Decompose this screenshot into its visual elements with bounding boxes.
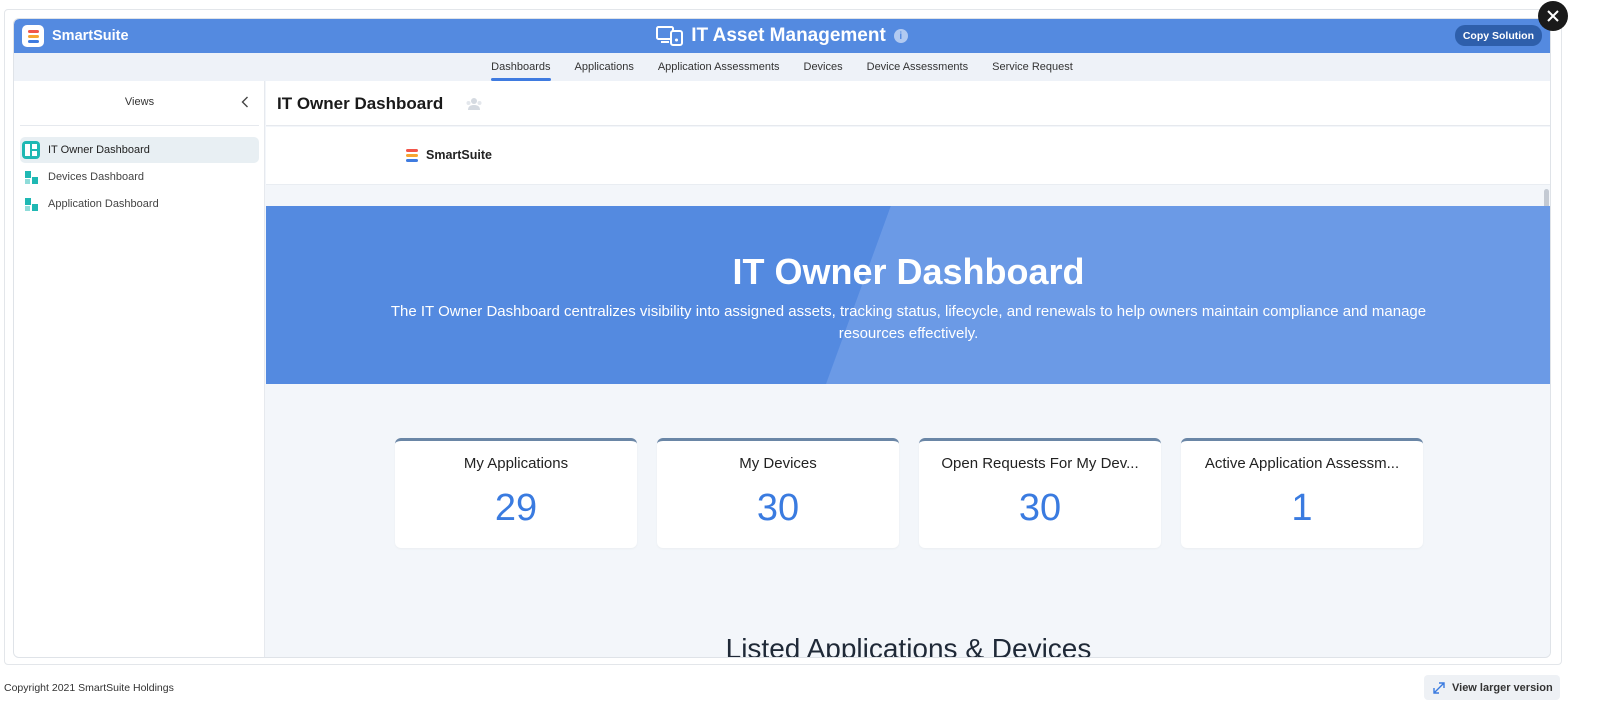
metric-label: Active Application Assessm... [1204, 455, 1400, 472]
people-icon[interactable] [466, 97, 482, 111]
solution-title: IT Asset Management [691, 25, 886, 46]
section-title: Listed Applications & Devices [725, 633, 1092, 658]
metric-value: 1 [1291, 487, 1313, 529]
hero-title: IT Owner Dashboard [732, 251, 1085, 292]
sidebar-item-it-owner-dashboard[interactable]: IT Owner Dashboard [20, 137, 259, 163]
tab-devices[interactable]: Devices [792, 53, 855, 81]
dashboard-main: IT Owner Dashboard SmartSuite IT Owner D… [266, 81, 1550, 658]
metric-label: Open Requests For My Dev... [941, 455, 1139, 472]
tab-service-request[interactable]: Service Request [980, 53, 1085, 81]
metric-label: My Devices [739, 455, 817, 472]
solution-title-wrap: IT Asset Management i [14, 24, 1550, 48]
hero-subtitle: The IT Owner Dashboard centralizes visib… [390, 303, 1427, 342]
copyright-text: Copyright 2021 SmartSuite Holdings [4, 682, 174, 694]
devices-icon [656, 26, 684, 46]
hero-decoration [826, 206, 1550, 384]
top-bar: SmartSuite IT Asset Management i Copy So… [14, 19, 1550, 53]
dashboard-icon [22, 168, 40, 186]
logo-strip: SmartSuite [266, 127, 1550, 185]
sidebar-item-label: IT Owner Dashboard [48, 144, 150, 156]
tab-applications[interactable]: Applications [563, 53, 646, 81]
smartsuite-logo: SmartSuite [406, 148, 492, 162]
dashboard-icon [22, 141, 40, 159]
view-larger-button[interactable]: View larger version [1424, 675, 1560, 700]
views-title: Views [124, 96, 155, 108]
metric-value: 30 [1018, 487, 1062, 529]
sidebar-item-label: Devices Dashboard [48, 171, 144, 183]
sidebar-item-devices-dashboard[interactable]: Devices Dashboard [20, 164, 259, 190]
logo-text: SmartSuite [426, 148, 492, 162]
close-button[interactable] [1538, 1, 1568, 31]
page-title: IT Owner Dashboard [277, 94, 444, 113]
views-sidebar: Views IT Owner Dashboard Devices Dashboa… [14, 81, 265, 657]
copy-solution-button[interactable]: Copy Solution [1454, 25, 1542, 46]
metric-label: My Applications [463, 455, 569, 472]
view-larger-label: View larger version [1452, 681, 1553, 694]
sidebar-item-application-dashboard[interactable]: Application Dashboard [20, 191, 259, 217]
tab-device-assessments[interactable]: Device Assessments [855, 53, 980, 81]
expand-icon [1433, 681, 1445, 694]
tab-application-assessments[interactable]: Application Assessments [646, 53, 792, 81]
metric-card[interactable]: Active Application Assessm... 1 [1181, 438, 1423, 548]
hero-banner: IT Owner Dashboard The IT Owner Dashboar… [266, 206, 1550, 384]
metric-card[interactable]: My Applications 29 [395, 438, 637, 548]
app-window: SmartSuite IT Asset Management i Copy So… [13, 18, 1551, 658]
solution-tabs: Dashboards Applications Application Asse… [14, 53, 1550, 81]
metric-card[interactable]: My Devices 30 [657, 438, 899, 548]
info-icon[interactable]: i [893, 29, 908, 43]
metric-value: 29 [494, 487, 538, 529]
metric-value: 30 [756, 487, 800, 529]
dashboard-icon [22, 195, 40, 213]
close-icon [1547, 10, 1559, 22]
dashboard-header: IT Owner Dashboard [266, 81, 1550, 126]
smartsuite-mark-icon [406, 148, 418, 162]
chevron-left-icon[interactable] [237, 94, 253, 110]
metric-card[interactable]: Open Requests For My Dev... 30 [919, 438, 1161, 548]
sidebar-item-label: Application Dashboard [48, 198, 159, 210]
views-header: Views [20, 81, 259, 126]
tab-dashboards[interactable]: Dashboards [479, 53, 562, 81]
